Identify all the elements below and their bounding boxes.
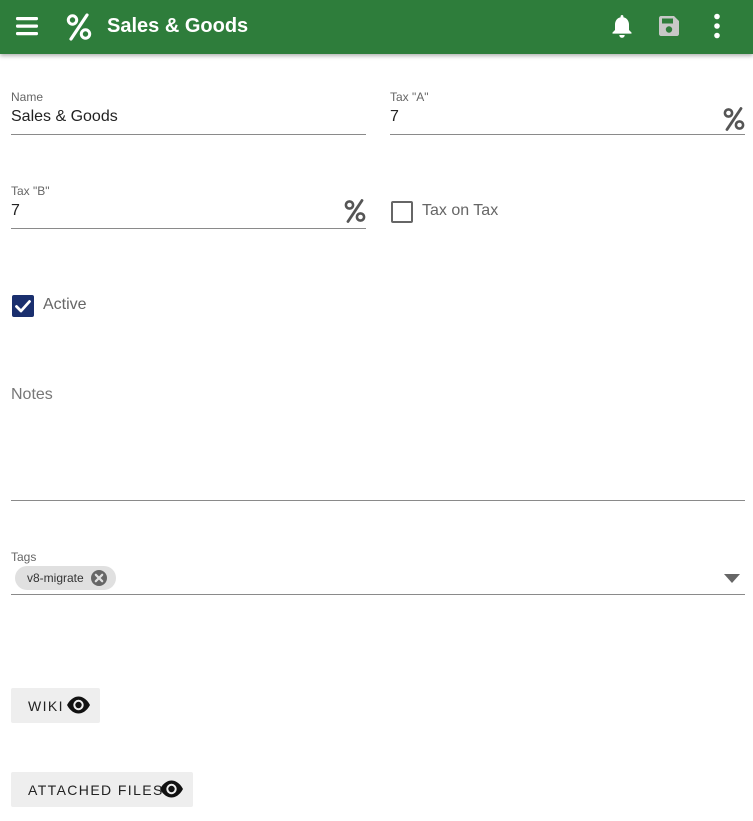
name-label: Name bbox=[11, 90, 44, 104]
save-icon bbox=[659, 16, 679, 36]
name-field[interactable]: Name Sales & Goods bbox=[11, 90, 366, 136]
tax-a-underline bbox=[390, 134, 745, 135]
menu-icon[interactable] bbox=[14, 13, 40, 39]
close-circle-icon[interactable] bbox=[90, 569, 108, 587]
notes-placeholder: Notes bbox=[11, 386, 53, 403]
percent-icon bbox=[66, 13, 92, 41]
wiki-button-label: WIKI bbox=[28, 698, 64, 714]
tags-label: Tags bbox=[11, 550, 37, 564]
tag-chip[interactable]: v8-migrate bbox=[15, 566, 116, 590]
percent-icon bbox=[344, 199, 366, 223]
tax-b-field[interactable]: Tax "B" 7 bbox=[11, 184, 366, 230]
notes-textarea[interactable] bbox=[11, 380, 745, 500]
chevron-down-icon[interactable] bbox=[724, 574, 740, 584]
bell-icon[interactable] bbox=[610, 13, 634, 39]
tax-a-value[interactable]: 7 bbox=[390, 108, 399, 126]
tax-b-underline bbox=[11, 228, 366, 229]
eye-icon bbox=[67, 696, 90, 714]
active-checkbox[interactable] bbox=[12, 295, 34, 317]
tax-on-tax-checkbox[interactable] bbox=[391, 201, 413, 223]
name-value[interactable]: Sales & Goods bbox=[11, 108, 118, 126]
wiki-button[interactable]: WIKI bbox=[11, 688, 100, 723]
active-label[interactable]: Active bbox=[43, 296, 87, 314]
tax-b-value[interactable]: 7 bbox=[11, 202, 20, 220]
eye-icon bbox=[160, 780, 183, 798]
tax-on-tax-label[interactable]: Tax on Tax bbox=[422, 202, 498, 220]
tags-underline bbox=[11, 594, 745, 595]
tags-field[interactable]: Tags bbox=[11, 550, 745, 596]
attached-files-button[interactable]: ATTACHED FILES bbox=[11, 772, 193, 807]
checkmark-icon bbox=[15, 300, 31, 313]
app-bar: Sales & Goods bbox=[0, 0, 753, 54]
notes-underline bbox=[11, 500, 745, 501]
page-title: Sales & Goods bbox=[107, 15, 249, 37]
tax-a-field[interactable]: Tax "A" 7 bbox=[390, 90, 745, 136]
tax-a-label: Tax "A" bbox=[390, 90, 429, 104]
tax-b-label: Tax "B" bbox=[11, 184, 50, 198]
attached-files-button-label: ATTACHED FILES bbox=[28, 782, 164, 798]
name-underline bbox=[11, 134, 366, 135]
more-vert-icon[interactable] bbox=[710, 13, 724, 39]
tag-chip-label: v8-migrate bbox=[27, 571, 84, 585]
percent-icon bbox=[723, 107, 745, 131]
